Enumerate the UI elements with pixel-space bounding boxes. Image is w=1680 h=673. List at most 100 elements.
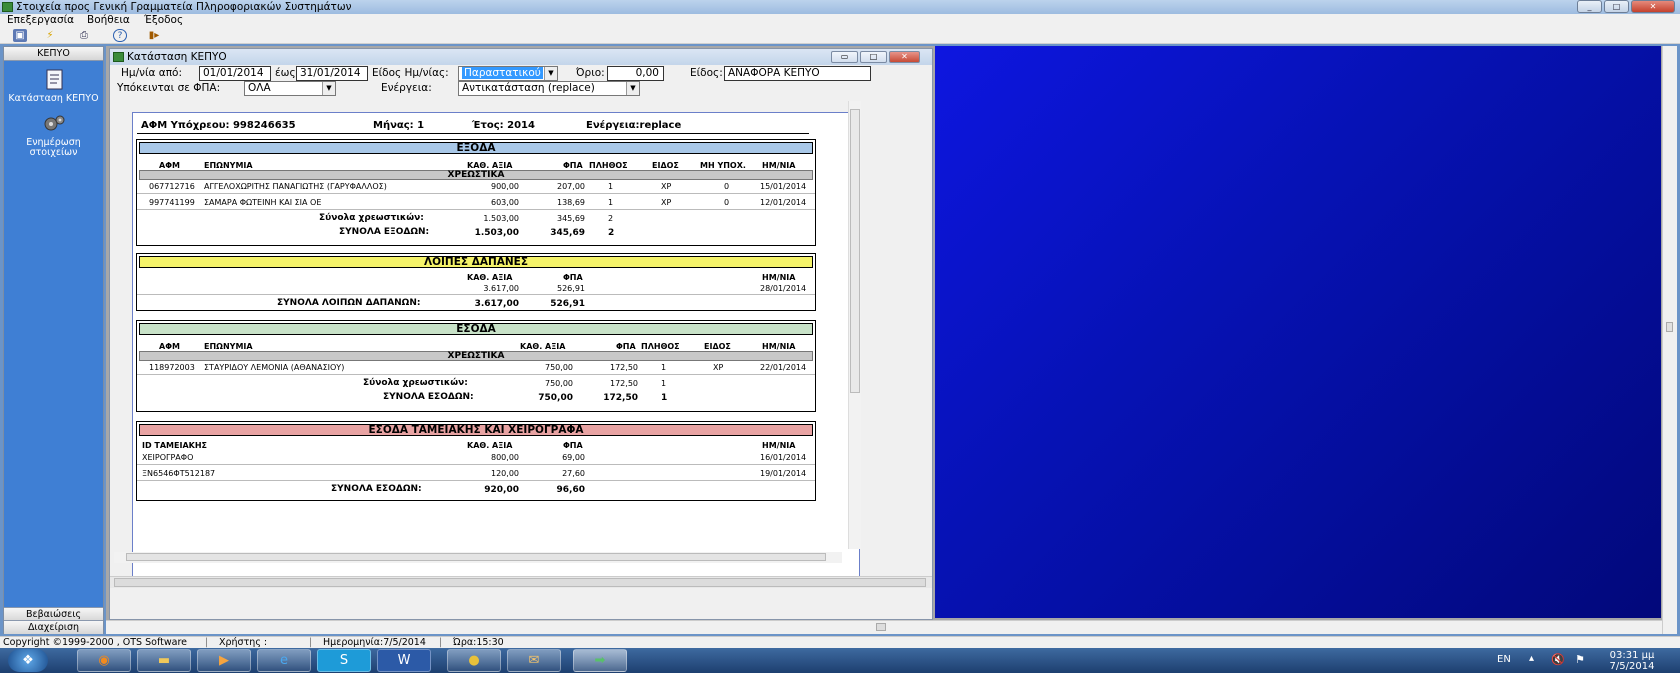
- start-orb-icon[interactable]: ❖: [8, 649, 48, 672]
- sidebar-item-management[interactable]: Διαχείριση: [4, 620, 103, 634]
- word-icon[interactable]: W: [377, 649, 431, 672]
- kind-label: Είδος:: [690, 67, 723, 79]
- flag-icon[interactable]: ⚑: [1575, 653, 1585, 666]
- sidebar-item-certificates[interactable]: Βεβαιώσεις: [4, 607, 103, 621]
- section-title: ΕΞΟΔΑ: [139, 142, 813, 154]
- report-horizontal-scrollbar[interactable]: [114, 552, 842, 563]
- lightning-icon[interactable]: ⚡: [43, 29, 57, 42]
- section-other-expenses: ΛΟΙΠΕΣ ΔΑΠΑΝΕΣ ΚΑΘ. ΑΞΙΑ ΦΠΑ ΗΜ/ΝΙΑ 3.61…: [136, 253, 816, 311]
- kind-input[interactable]: ΑΝΑΦΟΡΑ ΚΕΠΥΟ: [724, 66, 871, 81]
- cell-nonsub: 0: [724, 198, 730, 207]
- print-icon[interactable]: ⎙: [77, 29, 91, 42]
- report-year: Έτος: 2014: [472, 120, 535, 131]
- skype-icon[interactable]: S: [317, 649, 371, 672]
- sidebar-item-kepyo[interactable]: Κατάσταση ΚΕΠΥΟ: [4, 69, 103, 104]
- cell-vat: 172,50: [610, 363, 638, 372]
- col-header: ΦΠΑ: [616, 342, 636, 351]
- subtotal-net: 1.503,00: [483, 214, 519, 223]
- subtotal-vat: 172,50: [610, 379, 638, 388]
- col-header: ΑΦΜ: [159, 161, 180, 170]
- date-from-input[interactable]: 01/01/2014: [199, 66, 271, 81]
- child-minimize-button[interactable]: ▭: [831, 51, 858, 63]
- total-label: ΣΥΝΟΛΑ ΕΞΟΔΩΝ:: [339, 227, 430, 237]
- cell-vat: 27,60: [562, 469, 585, 478]
- show-hidden-icons-icon[interactable]: ▴: [1529, 653, 1534, 664]
- row-divider: [137, 209, 815, 210]
- cell-net: 750,00: [545, 363, 573, 372]
- outlook-icon[interactable]: ✉: [507, 649, 561, 672]
- section-cash-register-income: ΕΣΟΔΑ ΤΑΜΕΙΑΚΗΣ ΚΑΙ ΧΕΙΡΟΓΡΑΦΑ ID ΤΑΜΕΙΑ…: [136, 421, 816, 501]
- cell-vat: 69,00: [562, 453, 585, 462]
- app-icon: [2, 2, 13, 12]
- subtotal-vat: 345,69: [557, 214, 585, 223]
- col-header: ΠΛΗΘΟΣ: [641, 342, 680, 351]
- ie-icon[interactable]: e: [257, 649, 311, 672]
- maximize-button[interactable]: □: [1604, 0, 1629, 13]
- sidebar-item-update[interactable]: Ενημέρωση στοιχείων: [4, 113, 103, 158]
- exit-icon[interactable]: ▮▸: [147, 29, 161, 42]
- volume-muted-icon[interactable]: 🔇: [1551, 653, 1565, 666]
- scroll-thumb[interactable]: [114, 578, 926, 587]
- firefox-icon[interactable]: ◉: [77, 649, 131, 672]
- menu-edit[interactable]: Επεξεργασία: [7, 14, 74, 27]
- explorer-icon[interactable]: ▬: [137, 649, 191, 672]
- sidebar-item-label: Κατάσταση ΚΕΠΥΟ: [8, 93, 99, 104]
- date-type-select[interactable]: Παραστατικού ▼: [458, 66, 558, 81]
- cell-kind: ΧΡ: [713, 363, 724, 372]
- cell-vat: 526,91: [557, 284, 585, 293]
- help-icon[interactable]: ?: [113, 29, 127, 42]
- limit-input[interactable]: 0,00: [607, 66, 664, 81]
- vat-select[interactable]: ΟΛΑ ▼: [244, 81, 336, 96]
- mdi-vertical-scrollbar[interactable]: [1662, 46, 1677, 634]
- total-vat: 96,60: [556, 485, 585, 495]
- chevron-down-icon: ▼: [626, 82, 639, 95]
- vat-label: Υπόκεινται σε ΦΠΑ:: [117, 82, 221, 94]
- section-title: ΕΣΟΔΑ ΤΑΜΕΙΑΚΗΣ ΚΑΙ ΧΕΙΡΟΓΡΑΦΑ: [139, 424, 813, 436]
- total-vat: 345,69: [550, 228, 585, 238]
- coins-icon[interactable]: ●: [447, 649, 501, 672]
- close-button[interactable]: ✕: [1631, 0, 1675, 13]
- status-bar: Copyright ©1999-2000 , OTS Software | Χρ…: [0, 636, 1680, 648]
- col-header: ΦΠΑ: [563, 441, 583, 450]
- scroll-thumb[interactable]: [876, 623, 886, 631]
- child-maximize-button[interactable]: □: [860, 51, 887, 63]
- clock[interactable]: 03:31 μμ 7/5/2014: [1602, 650, 1662, 672]
- scroll-thumb[interactable]: [126, 553, 826, 561]
- section-income: ΕΣΟΔΑ ΑΦΜ ΕΠΩΝΥΜΙΑ ΚΑΘ. ΑΞΙΑ ΦΠΑ ΠΛΗΘΟΣ …: [136, 320, 816, 412]
- scroll-thumb[interactable]: [1666, 322, 1673, 332]
- total-vat: 172,50: [603, 393, 638, 403]
- cell-date: 28/01/2014: [760, 284, 807, 293]
- col-header: ΗΜ/ΝΙΑ: [762, 441, 796, 450]
- total-label: ΣΥΝΟΛΑ ΛΟΙΠΩΝ ΔΑΠΑΝΩΝ:: [277, 298, 421, 308]
- total-net: 750,00: [538, 393, 573, 403]
- date-to-input[interactable]: 31/01/2014: [296, 66, 368, 81]
- media-player-icon[interactable]: ▶: [197, 649, 251, 672]
- col-header: ΕΙΔΟΣ: [652, 161, 679, 170]
- total-vat: 526,91: [550, 299, 585, 309]
- save-icon[interactable]: ▣: [13, 29, 27, 42]
- menu-exit[interactable]: Έξοδος: [144, 14, 183, 27]
- app-icon[interactable]: ➡: [573, 649, 627, 672]
- row-divider: [137, 294, 815, 295]
- subtotal-label: Σύνολα χρεωστικών:: [363, 378, 468, 388]
- cell-nonsub: 0: [724, 182, 730, 191]
- cell-date: 15/01/2014: [760, 182, 807, 191]
- child-close-button[interactable]: ✕: [889, 51, 920, 63]
- action-select[interactable]: Αντικατάσταση (replace) ▼: [458, 81, 640, 96]
- report-action: Ενέργεια:replace: [586, 120, 682, 131]
- total-net: 920,00: [484, 485, 519, 495]
- language-indicator[interactable]: EN: [1497, 654, 1511, 665]
- row-divider: [137, 480, 815, 481]
- col-header: ΗΜ/ΝΙΑ: [762, 342, 796, 351]
- menu-help[interactable]: Βοήθεια: [87, 14, 130, 27]
- taskbar: ❖ ◉ ▬ ▶ e S W ● ✉ ➡ EN ▴ 🔇 ⚑ 03:31 μμ 7/…: [0, 648, 1680, 673]
- cell-net: 3.617,00: [483, 284, 519, 293]
- mdi-horizontal-scrollbar[interactable]: [106, 620, 1662, 634]
- window-horizontal-scrollbar[interactable]: [110, 576, 932, 588]
- cell-name: ΑΓΓΕΛΟΧΩΡΙΤΗΣ ΠΑΝΑΓΙΩΤΗΣ (ΓΑΡΥΦΑΛΛΟΣ): [204, 182, 387, 191]
- scroll-thumb[interactable]: [850, 109, 860, 393]
- cell-date: 12/01/2014: [760, 198, 807, 207]
- minimize-button[interactable]: _: [1577, 0, 1602, 13]
- report-vertical-scrollbar[interactable]: [848, 101, 861, 549]
- cell-afm: 067712716: [149, 182, 195, 191]
